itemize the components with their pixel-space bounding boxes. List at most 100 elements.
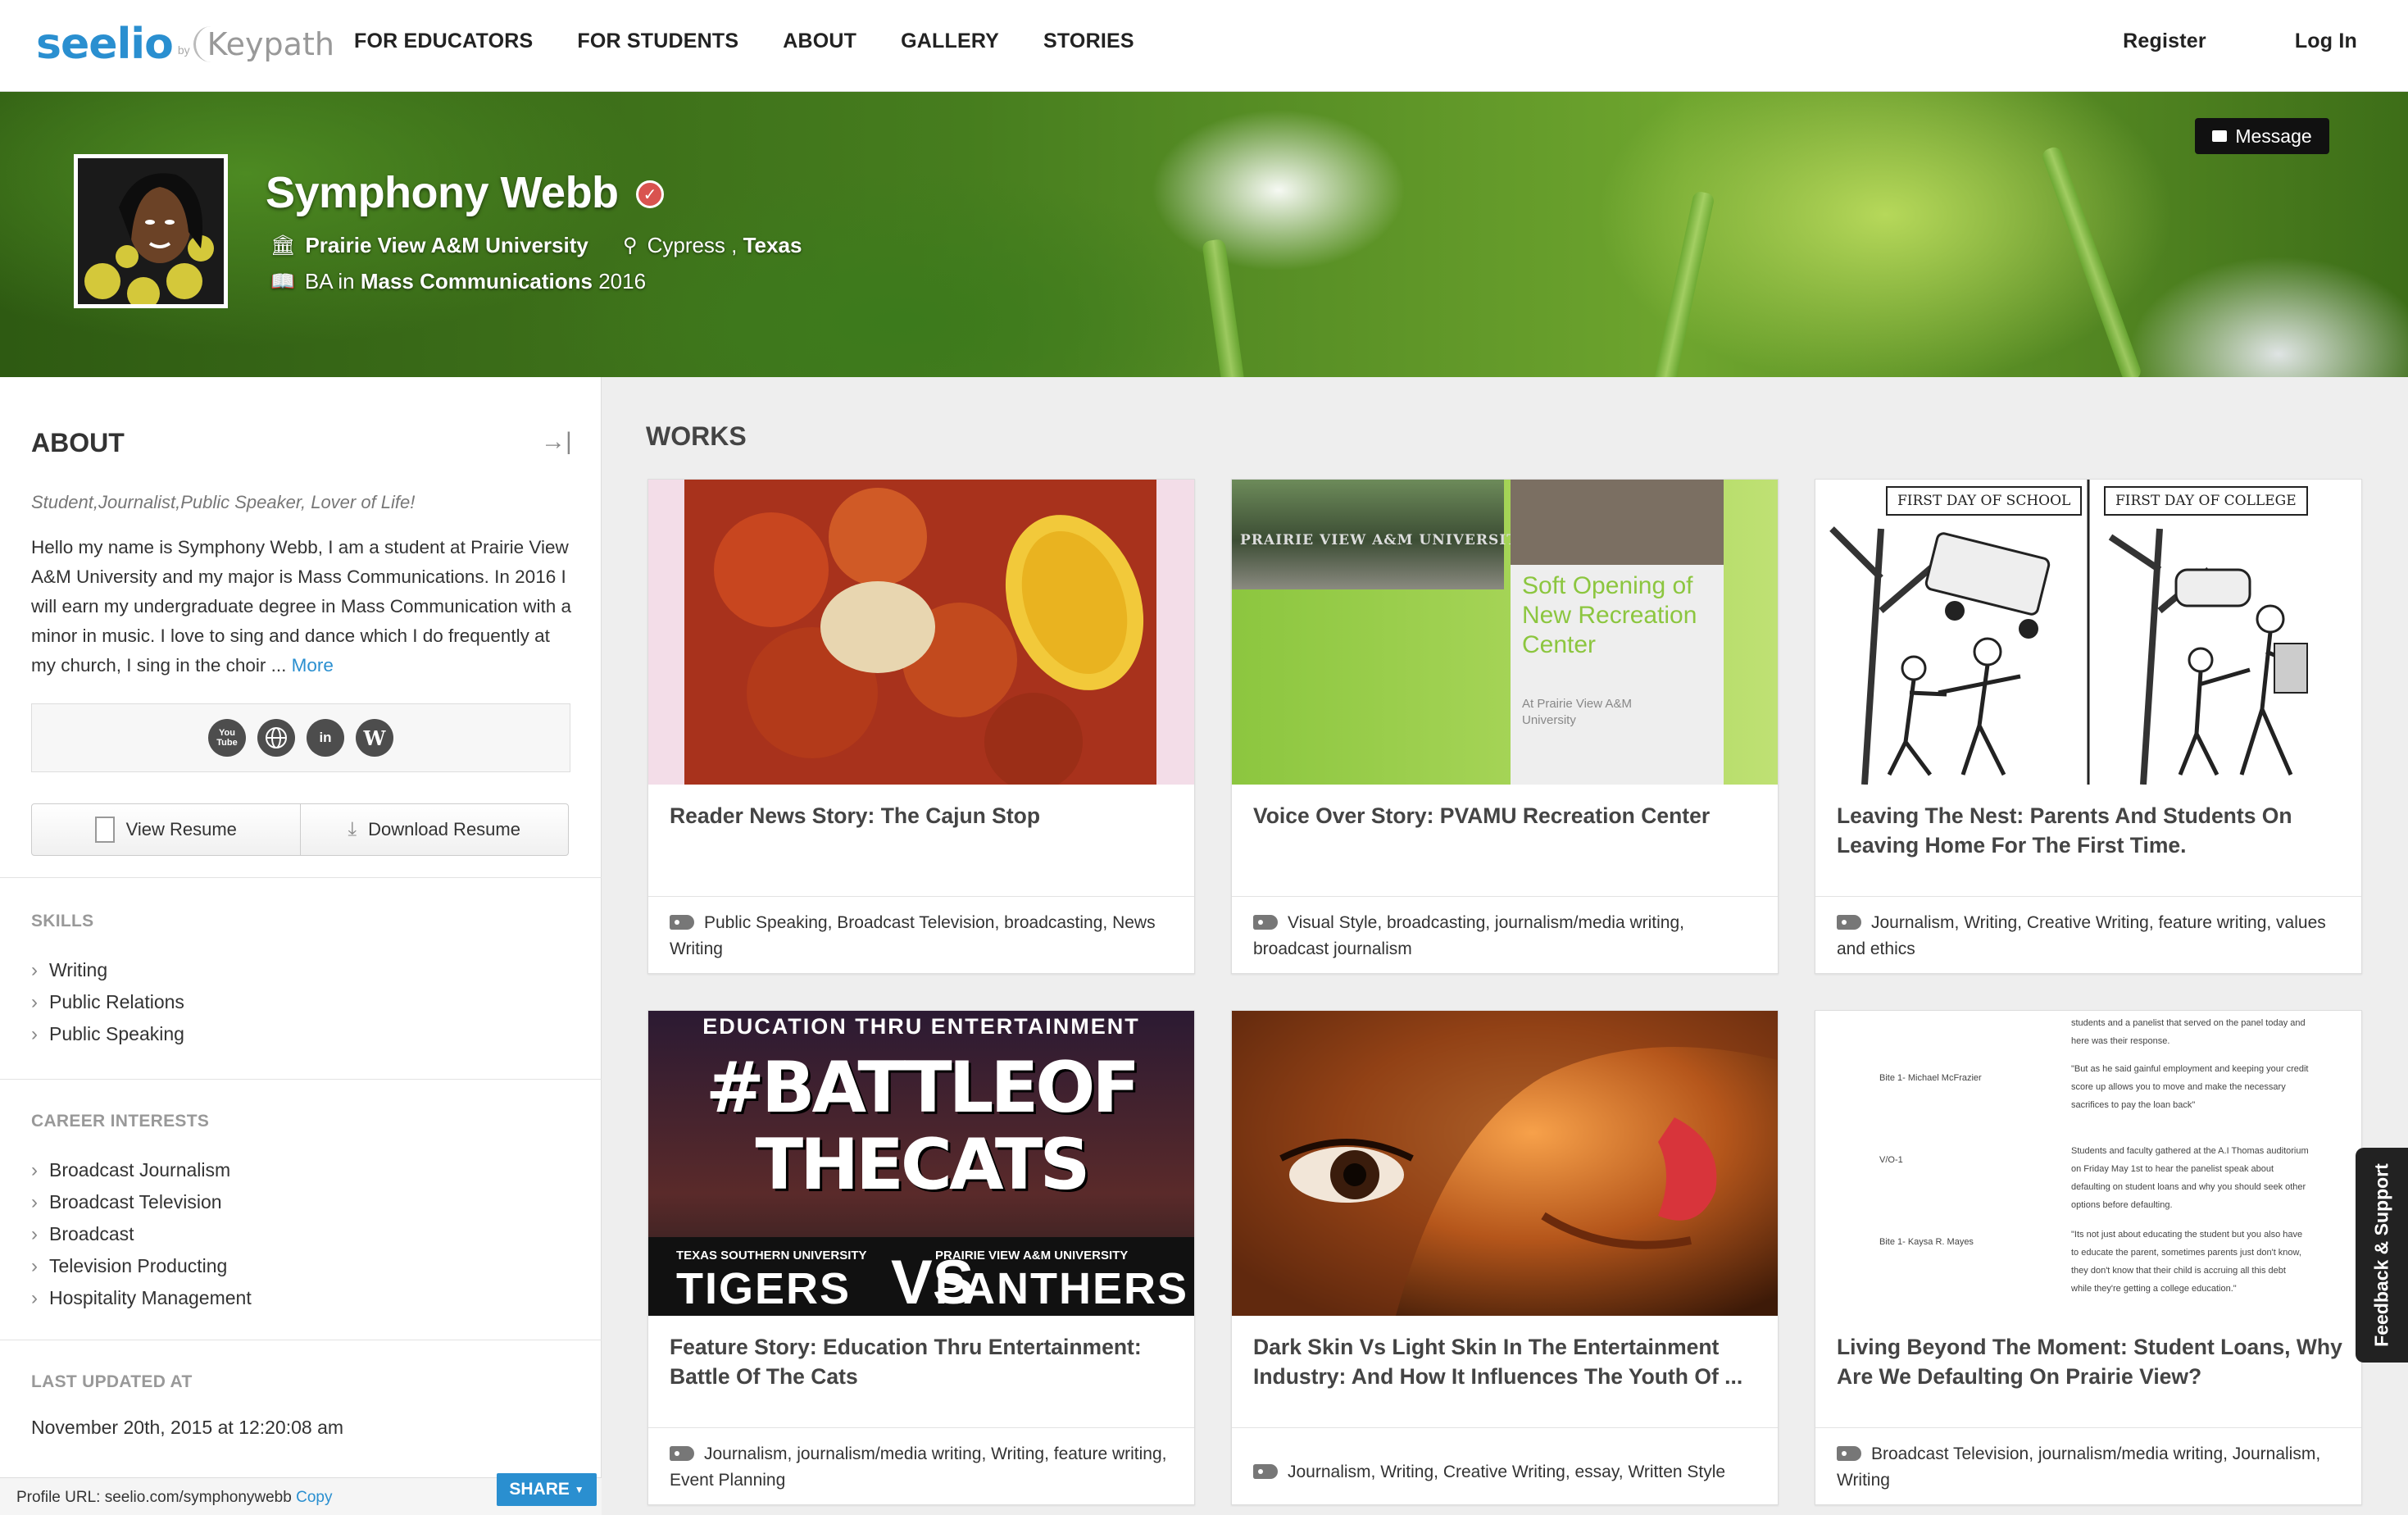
last-updated-title: LAST UPDATED AT — [31, 1372, 193, 1391]
section-divider — [0, 877, 602, 878]
work-thumbnail[interactable]: PRAIRIE VIEW A&M UNIVERSITY Soft Opening… — [1232, 480, 1778, 785]
work-card[interactable]: Reader News Story: The Cajun Stop Public… — [647, 479, 1195, 974]
list-item[interactable]: Broadcast — [31, 1218, 252, 1250]
feedback-support-tab[interactable]: Feedback & Support — [2356, 1148, 2408, 1363]
social-links: You Tube in W — [31, 703, 570, 772]
work-thumbnail[interactable]: FIRST DAY OF SCHOOL FIRST DAY OF COLLEGE — [1815, 480, 2361, 785]
location-state: Texas — [743, 233, 802, 257]
login-link[interactable]: Log In — [2295, 30, 2357, 53]
nav-for-students[interactable]: FOR STUDENTS — [577, 30, 738, 53]
thumb-team2: PANTHERS — [935, 1264, 1189, 1313]
location-separator: , — [725, 233, 743, 257]
work-card[interactable]: FIRST DAY OF SCHOOL FIRST DAY OF COLLEGE… — [1815, 479, 2362, 974]
share-button[interactable]: SHARE ▼ — [497, 1473, 597, 1506]
list-item[interactable]: Public Speaking — [31, 1018, 184, 1050]
profile-hero: Message Symphony Webb ✓ 🏛 Prairie View A… — [0, 92, 2408, 377]
work-tags: Public Speaking, Broadcast Television, b… — [648, 896, 1194, 973]
view-resume-label: View Resume — [125, 819, 237, 839]
youtube-icon[interactable]: You Tube — [208, 719, 246, 757]
download-icon: ⤓ — [348, 818, 357, 840]
thumb-main-line2: THECATS — [755, 1124, 1091, 1206]
bio-more-link[interactable]: More — [292, 655, 334, 676]
list-item[interactable]: Broadcast Television — [31, 1186, 252, 1218]
degree-prefix: BA in — [304, 269, 361, 293]
thumb-team1: TIGERS — [676, 1264, 852, 1313]
work-thumbnail[interactable] — [1232, 1011, 1778, 1316]
tag-icon — [1253, 915, 1278, 930]
profile-avatar[interactable] — [74, 154, 228, 308]
location-line: ⚲ Cypress , Texas — [623, 233, 802, 258]
comic-illustration — [1829, 480, 2308, 785]
work-title[interactable]: Voice Over Story: PVAMU Recreation Cente… — [1253, 801, 1761, 830]
location-city: Cypress — [647, 233, 725, 257]
work-card[interactable]: Bite 1- Michael McFrazier V/O-1 Bite 1- … — [1815, 1010, 2362, 1505]
work-thumbnail[interactable] — [648, 480, 1194, 785]
wordpress-icon[interactable]: W — [356, 719, 393, 757]
work-title[interactable]: Leaving The Nest: Parents And Students O… — [1837, 801, 2345, 860]
skills-title: SKILLS — [31, 912, 94, 930]
work-card[interactable]: PRAIRIE VIEW A&M UNIVERSITY Soft Opening… — [1231, 479, 1779, 974]
university-name[interactable]: Prairie View A&M University — [305, 233, 588, 258]
work-thumbnail[interactable]: EDUCATION THRU ENTERTAINMENT #BATTLEOF T… — [648, 1011, 1194, 1316]
work-title[interactable]: Reader News Story: The Cajun Stop — [670, 801, 1178, 830]
view-resume-button[interactable]: View Resume — [32, 804, 300, 855]
register-link[interactable]: Register — [2123, 30, 2206, 53]
work-thumbnail[interactable]: Bite 1- Michael McFrazier V/O-1 Bite 1- … — [1815, 1011, 2361, 1316]
nav-stories[interactable]: STORIES — [1043, 30, 1134, 53]
linkedin-icon[interactable]: in — [307, 719, 344, 757]
work-title[interactable]: Dark Skin Vs Light Skin In The Entertain… — [1253, 1332, 1761, 1391]
youtube-label: You Tube — [216, 728, 238, 748]
nav-account-links: Register Log In — [2034, 30, 2357, 53]
list-item[interactable]: Television Producting — [31, 1250, 252, 1282]
message-button-label: Message — [2235, 125, 2312, 147]
thumb-school2: PRAIRIE VIEW A&M UNIVERSITY — [935, 1249, 1129, 1262]
list-item[interactable]: Broadcast Journalism — [31, 1154, 252, 1186]
avatar-photo — [78, 158, 224, 304]
work-title[interactable]: Living Beyond The Moment: Student Loans,… — [1837, 1332, 2345, 1391]
work-tags-text: Public Speaking, Broadcast Television, b… — [670, 913, 1156, 958]
work-tags: Visual Style, broadcasting, journalism/m… — [1232, 896, 1778, 973]
about-title: ABOUT — [31, 428, 125, 457]
wordpress-label: W — [363, 726, 386, 750]
hero-plant-stem — [1202, 239, 1247, 377]
degree-line: 📖 BA in Mass Communications 2016 — [270, 269, 646, 294]
script-label-1: Bite 1- Michael McFrazier — [1879, 1073, 1982, 1083]
work-tags-text: Journalism, Writing, Creative Writing, f… — [1837, 913, 2326, 958]
skills-list: Writing Public Relations Public Speaking — [31, 954, 184, 1050]
download-resume-button[interactable]: ⤓ Download Resume — [299, 804, 569, 855]
tag-icon — [1837, 915, 1861, 930]
works-title: WORKS — [646, 421, 747, 451]
chat-icon — [2212, 130, 2228, 142]
about-bio: Hello my name is Symphony Webb, I am a s… — [31, 533, 572, 680]
message-button[interactable]: Message — [2195, 118, 2329, 154]
collapse-sidebar-icon[interactable]: →| — [541, 428, 572, 456]
list-item[interactable]: Writing — [31, 954, 184, 986]
work-tags-text: Broadcast Television, journalism/media w… — [1837, 1444, 2321, 1490]
script-label-2: V/O-1 — [1879, 1155, 1903, 1165]
work-card[interactable]: EDUCATION THRU ENTERTAINMENT #BATTLEOF T… — [647, 1010, 1195, 1505]
list-item[interactable]: Hospitality Management — [31, 1282, 252, 1314]
linkedin-label: in — [319, 730, 332, 745]
nav-about[interactable]: ABOUT — [783, 30, 856, 53]
resume-buttons: View Resume ⤓ Download Resume — [31, 803, 569, 856]
profile-url-text: Profile URL: seelio.com/symphonywebb — [16, 1489, 297, 1506]
list-item[interactable]: Public Relations — [31, 986, 184, 1018]
copy-url-link[interactable]: Copy — [296, 1489, 332, 1506]
work-tags-text: Visual Style, broadcasting, journalism/m… — [1253, 913, 1685, 958]
nav-for-educators[interactable]: FOR EDUCATORS — [354, 30, 533, 53]
work-title[interactable]: Feature Story: Education Thru Entertainm… — [670, 1332, 1178, 1391]
university-line: 🏛 Prairie View A&M University — [270, 233, 588, 258]
thumb-sign-text: PRAIRIE VIEW A&M UNIVERSITY — [1240, 532, 1529, 548]
hero-plant-stem — [1650, 190, 1715, 377]
script-para-1: students and a panelist that served on t… — [2071, 1018, 2306, 1046]
about-tagline: Student,Journalist,Public Speaker, Lover… — [31, 492, 416, 512]
globe-icon[interactable] — [257, 719, 295, 757]
document-icon — [94, 817, 115, 843]
work-tags: Broadcast Television, journalism/media w… — [1815, 1427, 2361, 1504]
logo-by-text: by — [177, 43, 190, 57]
work-card[interactable]: Dark Skin Vs Light Skin In The Entertain… — [1231, 1010, 1779, 1505]
tag-icon — [1837, 1446, 1861, 1461]
seelio-logo[interactable]: seelio by Keypath — [36, 18, 334, 71]
nav-links: FOR EDUCATORS FOR STUDENTS ABOUT GALLERY… — [354, 30, 1179, 53]
nav-gallery[interactable]: GALLERY — [901, 30, 999, 53]
